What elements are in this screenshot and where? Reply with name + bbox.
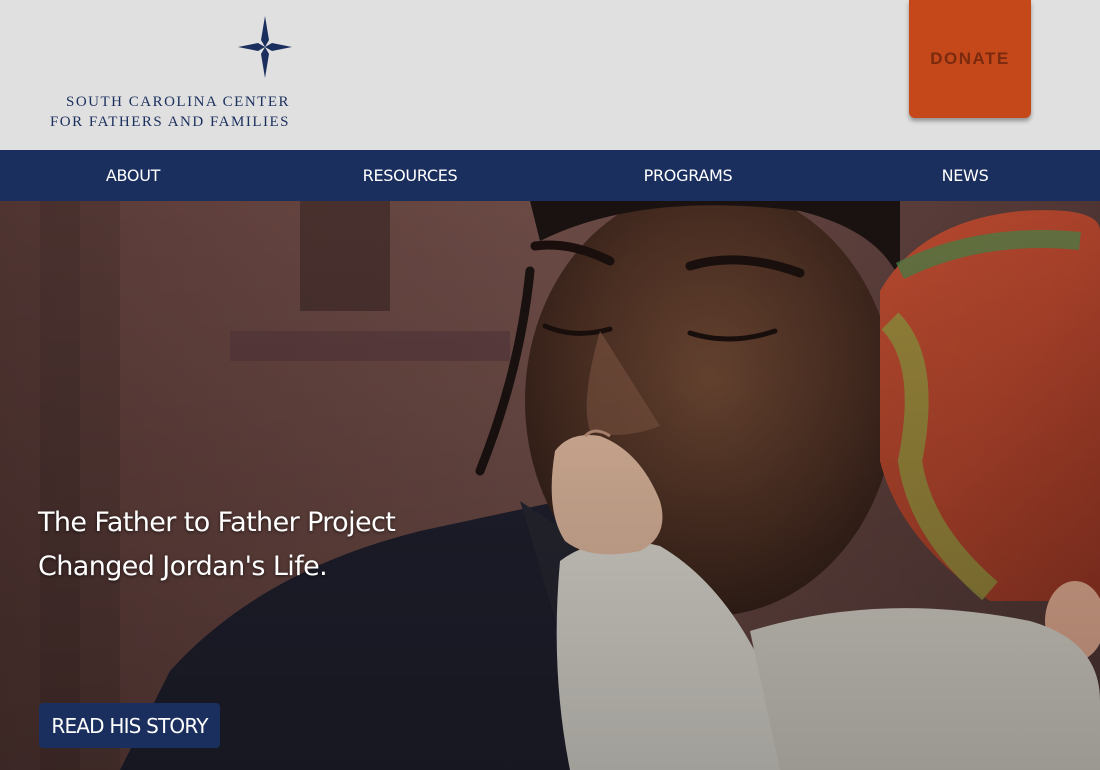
nav-item-resources[interactable]: RESOURCES (363, 150, 458, 201)
hero-headline-line-2: Changed Jordan's Life. (38, 551, 328, 582)
hero-headline: The Father to Father Project Changed Jor… (38, 501, 558, 589)
hero-banner: The Father to Father Project Changed Jor… (0, 201, 1100, 770)
logo-text-line-1: SOUTH CAROLINA CENTER (65, 94, 290, 110)
main-nav: ABOUT RESOURCES PROGRAMS NEWS (0, 150, 1100, 201)
father-kissing-baby-hand-photo (0, 201, 1100, 770)
nav-item-news[interactable]: NEWS (942, 150, 989, 201)
donate-button[interactable]: DONATE (909, 0, 1031, 118)
compass-star-icon (238, 16, 292, 78)
hero-headline-line-1: The Father to Father Project (38, 507, 396, 538)
site-logo[interactable]: SOUTH CAROLINA CENTER FOR FATHERS AND FA… (28, 16, 292, 134)
nav-item-programs[interactable]: PROGRAMS (644, 150, 733, 201)
site-header: SOUTH CAROLINA CENTER FOR FATHERS AND FA… (0, 0, 1100, 150)
nav-item-about[interactable]: ABOUT (106, 150, 161, 201)
logo-text-line-2: FOR FATHERS AND FAMILIES (49, 114, 290, 130)
read-his-story-button[interactable]: READ HIS STORY (39, 703, 220, 748)
